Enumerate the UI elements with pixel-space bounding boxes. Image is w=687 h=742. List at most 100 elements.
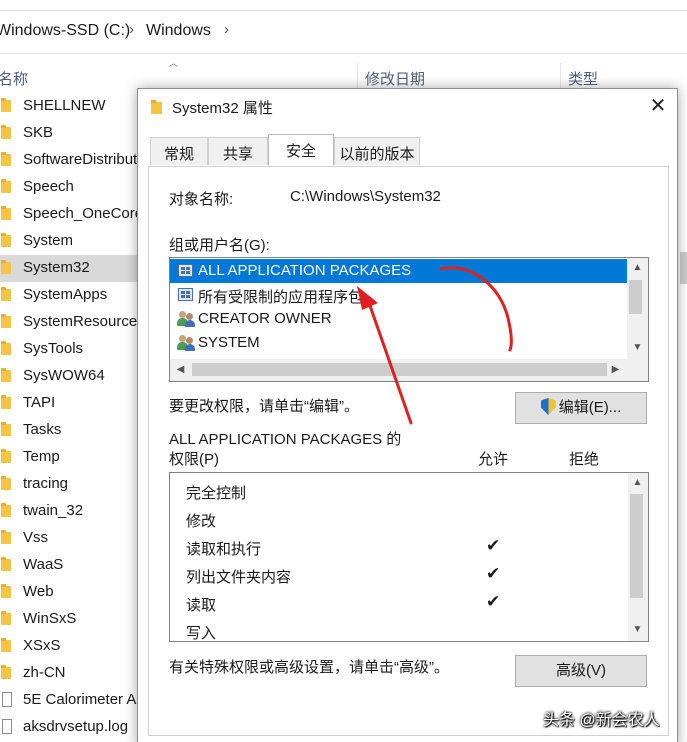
group-item-creator-owner[interactable]: CREATOR OWNER xyxy=(170,307,627,331)
folder-icon xyxy=(1,125,11,139)
permission-row: 完全控制 xyxy=(170,477,628,505)
file-icon xyxy=(2,719,12,734)
file-row[interactable]: twain_32 xyxy=(0,498,140,525)
scroll-right-icon[interactable]: ▶ xyxy=(607,364,624,375)
explorer-scrollbar-thumb[interactable] xyxy=(680,252,687,284)
file-row[interactable]: SysTools xyxy=(0,336,140,363)
permission-name: 写入 xyxy=(186,625,217,642)
folder-icon xyxy=(1,449,11,463)
permission-row: 写入 xyxy=(170,617,628,642)
column-name[interactable]: 名称 xyxy=(0,68,28,89)
folder-icon xyxy=(1,611,11,625)
tab-previous-versions[interactable]: 以前的版本 xyxy=(334,137,420,165)
permission-name: 读取 xyxy=(186,597,217,614)
tab-sharing[interactable]: 共享 xyxy=(208,137,268,165)
breadcrumb-chevron-icon[interactable]: › xyxy=(129,21,134,38)
file-row[interactable]: Tasks xyxy=(0,417,140,444)
scrollbar-thumb[interactable] xyxy=(630,494,643,598)
groups-vertical-scrollbar[interactable]: ▲ ▼ xyxy=(627,258,648,359)
folder-icon xyxy=(1,287,11,301)
scroll-up-icon[interactable]: ▲ xyxy=(629,477,646,488)
folder-icon xyxy=(1,98,11,112)
column-type[interactable]: 类型 xyxy=(568,68,598,89)
group-item-all-application-packages[interactable]: ALL APPLICATION PACKAGES xyxy=(170,259,627,283)
groups-listbox[interactable]: ALL APPLICATION PACKAGES 所有受限制的应用程序包 CRE… xyxy=(169,257,649,382)
close-icon[interactable]: ✕ xyxy=(643,93,673,121)
file-row[interactable]: Temp xyxy=(0,444,140,471)
file-row[interactable]: WinSxS xyxy=(0,606,140,633)
file-row[interactable]: 5E Calorimeter A xyxy=(0,687,140,714)
folder-icon xyxy=(1,584,11,598)
properties-dialog: System32 属性 ✕ 常规 共享 安全 以前的版本 对象名称: C:\Wi… xyxy=(137,88,678,742)
allow-check-icon: ✔ xyxy=(486,536,501,555)
scroll-left-icon[interactable]: ◀ xyxy=(172,364,189,375)
file-name: WaaS xyxy=(23,556,64,573)
group-item-system[interactable]: SYSTEM xyxy=(170,331,627,355)
file-row[interactable]: XSxS xyxy=(0,633,140,660)
permissions-vertical-scrollbar[interactable]: ▲ ▼ xyxy=(628,473,648,641)
file-name: SysTools xyxy=(23,340,84,357)
folder-icon xyxy=(1,206,11,220)
edit-button[interactable]: 编辑(E)... xyxy=(515,392,647,424)
folder-icon xyxy=(1,314,11,328)
permissions-label: 权限(P) xyxy=(169,451,219,468)
file-row[interactable]: Speech_OneCore xyxy=(0,201,140,228)
permissions-listbox[interactable]: ▲ ▼ 完全控制 修改 读取和执行 ✔ 列出文件夹内容 ✔ 读取 ✔ 写入 xyxy=(169,472,649,642)
file-row[interactable]: aksdrvsetup.log xyxy=(0,714,140,741)
permission-row: 列出文件夹内容 ✔ xyxy=(170,561,628,589)
groups-horizontal-scrollbar[interactable]: ◀ ▶ xyxy=(170,359,648,381)
file-name: twain_32 xyxy=(23,502,84,519)
column-modified[interactable]: 修改日期 xyxy=(365,68,425,89)
column-divider[interactable] xyxy=(357,63,358,91)
tab-general[interactable]: 常规 xyxy=(150,137,208,165)
permission-row: 读取 ✔ xyxy=(170,589,628,617)
users-icon xyxy=(177,335,195,351)
file-row[interactable]: zh-CN xyxy=(0,660,140,687)
scroll-up-icon[interactable]: ▲ xyxy=(629,262,646,273)
file-row[interactable]: SystemResources xyxy=(0,309,140,336)
file-name: SHELLNEW xyxy=(23,97,106,114)
breadcrumb-windows[interactable]: Windows xyxy=(146,22,211,40)
group-item-label: 所有受限制的应用程序包 xyxy=(198,289,364,306)
file-row[interactable]: Vss xyxy=(0,525,140,552)
folder-icon xyxy=(1,179,11,193)
allow-header: 允许 xyxy=(478,451,509,468)
scroll-down-icon[interactable]: ▼ xyxy=(629,342,646,353)
permissions-title: ALL APPLICATION PACKAGES 的 xyxy=(169,431,402,448)
permission-row: 读取和执行 ✔ xyxy=(170,533,628,561)
file-row[interactable]: WaaS xyxy=(0,552,140,579)
folder-icon xyxy=(1,233,11,247)
advanced-hint: 有关特殊权限或高级设置，请单击“高级”。 xyxy=(169,659,449,676)
allow-check-icon: ✔ xyxy=(486,564,501,583)
group-item-restricted-packages[interactable]: 所有受限制的应用程序包 xyxy=(170,283,627,307)
tab-security[interactable]: 安全 xyxy=(268,134,334,166)
file-row[interactable]: SHELLNEW xyxy=(0,93,140,120)
file-row[interactable]: SoftwareDistribution xyxy=(0,147,140,174)
file-row[interactable]: Web xyxy=(0,579,140,606)
folder-icon xyxy=(1,665,11,679)
breadcrumb-drive[interactable]: Windows-SSD (C:) xyxy=(0,22,130,40)
address-bar[interactable]: Windows-SSD (C:) › Windows › xyxy=(0,10,687,54)
file-row[interactable]: System32 xyxy=(0,255,140,282)
file-row[interactable]: SKB xyxy=(0,120,140,147)
file-row[interactable]: SysWOW64 xyxy=(0,363,140,390)
column-divider[interactable] xyxy=(560,63,561,91)
file-row[interactable]: tracing xyxy=(0,471,140,498)
scrollbar-thumb[interactable] xyxy=(192,363,607,376)
file-name: SysWOW64 xyxy=(23,367,105,384)
file-row[interactable]: SystemApps xyxy=(0,282,140,309)
breadcrumb-chevron-icon[interactable]: › xyxy=(224,21,229,38)
file-row[interactable]: System xyxy=(0,228,140,255)
folder-icon xyxy=(1,530,11,544)
deny-header: 拒绝 xyxy=(569,451,600,468)
folder-icon xyxy=(1,341,11,355)
advanced-button[interactable]: 高级(V) xyxy=(515,655,647,687)
file-row[interactable]: Speech xyxy=(0,174,140,201)
file-name: SystemApps xyxy=(23,286,108,303)
scrollbar-thumb[interactable] xyxy=(629,280,642,314)
folder-icon xyxy=(1,638,11,652)
file-name: Web xyxy=(23,583,54,600)
scroll-down-icon[interactable]: ▼ xyxy=(629,624,646,635)
file-row[interactable]: TAPI xyxy=(0,390,140,417)
permission-name: 读取和执行 xyxy=(186,541,262,558)
